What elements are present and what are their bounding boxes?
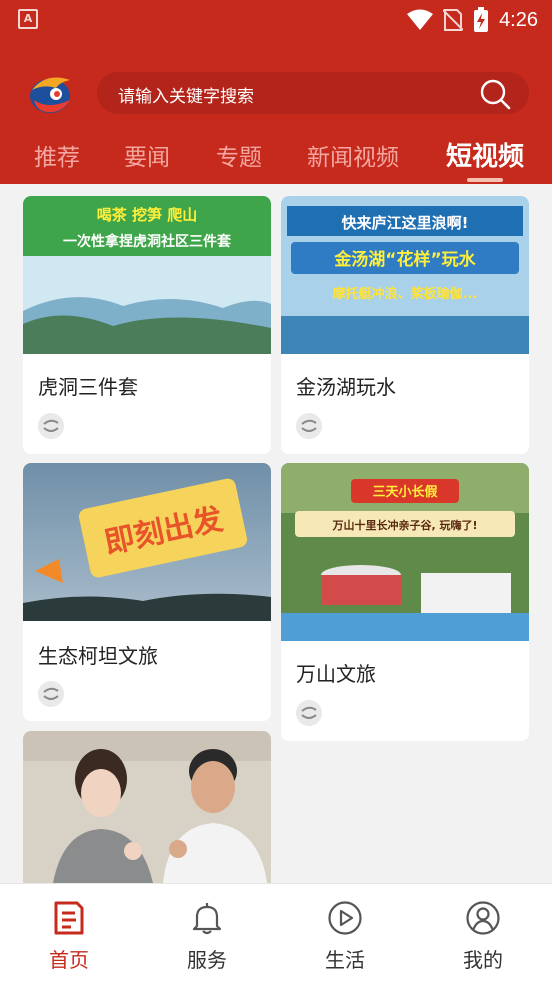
source-logo-icon bbox=[38, 413, 64, 439]
sim-off-icon bbox=[443, 9, 464, 31]
thumb-banner-middle: 金汤湖“花样”玩水 bbox=[333, 249, 476, 270]
nav-label: 我的 bbox=[463, 948, 503, 972]
app-logo[interactable] bbox=[26, 70, 78, 116]
bottom-navigation: 首页 服务 生活 我的 bbox=[0, 883, 552, 983]
nav-home[interactable]: 首页 bbox=[24, 898, 114, 978]
user-profile-icon bbox=[466, 901, 500, 935]
tab-recommend[interactable]: 推荐 bbox=[34, 138, 80, 172]
tab-topics[interactable]: 专题 bbox=[216, 138, 262, 172]
thumb-banner-bottom: 一次性拿捏虎洞社区三件套 bbox=[63, 233, 231, 250]
category-tabs: 推荐 要闻 专题 新闻视频 短视频 bbox=[0, 130, 552, 184]
source-logo-icon bbox=[296, 413, 322, 439]
battery-charging-icon bbox=[474, 7, 489, 32]
card-title: 金汤湖玩水 bbox=[296, 375, 396, 399]
tab-news-video[interactable]: 新闻视频 bbox=[307, 138, 399, 172]
card-title: 生态柯坦文旅 bbox=[38, 644, 158, 668]
video-card[interactable] bbox=[23, 731, 271, 883]
search-icon[interactable] bbox=[479, 78, 511, 110]
search-bar[interactable]: 请输入关键字搜索 bbox=[97, 72, 529, 114]
video-thumbnail: 快来庐江这里浪啊! 金汤湖“花样”玩水 摩托艇冲浪、桨板瑜伽... bbox=[281, 196, 529, 354]
video-card[interactable]: 三天小长假 万山十里长冲亲子谷, 玩嗨了! 万山文旅 bbox=[281, 463, 529, 741]
status-app-icon: A bbox=[18, 9, 38, 29]
video-card[interactable]: 喝茶 挖笋 爬山 一次性拿捏虎洞社区三件套 虎洞三件套 bbox=[23, 196, 271, 454]
thumb-banner-top: 喝茶 挖笋 爬山 bbox=[97, 206, 197, 224]
nav-label: 生活 bbox=[325, 948, 365, 972]
video-card[interactable]: 即刻出发 生态柯坦文旅 bbox=[23, 463, 271, 721]
bell-icon bbox=[192, 903, 222, 935]
source-logo-icon bbox=[38, 681, 64, 707]
home-news-icon bbox=[54, 901, 84, 935]
app-header: A 4:26 请输入关键字搜索 推荐 要闻 专题 新闻视频 短视频 bbox=[0, 0, 552, 184]
search-placeholder: 请输入关键字搜索 bbox=[118, 87, 254, 107]
source-logo-icon bbox=[296, 700, 322, 726]
tab-short-video[interactable]: 短视频 bbox=[446, 136, 524, 173]
nav-services[interactable]: 服务 bbox=[162, 898, 252, 978]
wifi-icon bbox=[407, 9, 434, 30]
thumb-banner-top: 三天小长假 bbox=[372, 484, 438, 500]
video-card[interactable]: 快来庐江这里浪啊! 金汤湖“花样”玩水 摩托艇冲浪、桨板瑜伽... 金汤湖玩水 bbox=[281, 196, 529, 454]
status-time: 4:26 bbox=[499, 8, 538, 31]
nav-life[interactable]: 生活 bbox=[300, 898, 390, 978]
nav-label: 服务 bbox=[187, 948, 227, 972]
thumb-banner-bottom: 万山十里长冲亲子谷, 玩嗨了! bbox=[331, 518, 477, 532]
card-title: 万山文旅 bbox=[296, 662, 376, 686]
tab-headlines[interactable]: 要闻 bbox=[124, 138, 170, 172]
video-thumbnail bbox=[23, 731, 271, 883]
nav-profile[interactable]: 我的 bbox=[438, 898, 528, 978]
active-tab-indicator bbox=[467, 178, 503, 182]
video-thumbnail: 即刻出发 bbox=[23, 463, 271, 621]
thumb-banner-bottom: 摩托艇冲浪、桨板瑜伽... bbox=[333, 286, 478, 302]
status-bar: A 4:26 bbox=[0, 0, 552, 40]
play-circle-icon bbox=[328, 901, 362, 935]
video-thumbnail: 喝茶 挖笋 爬山 一次性拿捏虎洞社区三件套 bbox=[23, 196, 271, 354]
video-thumbnail: 三天小长假 万山十里长冲亲子谷, 玩嗨了! bbox=[281, 463, 529, 641]
nav-label: 首页 bbox=[49, 948, 89, 972]
card-title: 虎洞三件套 bbox=[38, 375, 138, 399]
status-right: 4:26 bbox=[407, 6, 538, 34]
thumb-banner-top: 快来庐江这里浪啊! bbox=[342, 214, 469, 232]
